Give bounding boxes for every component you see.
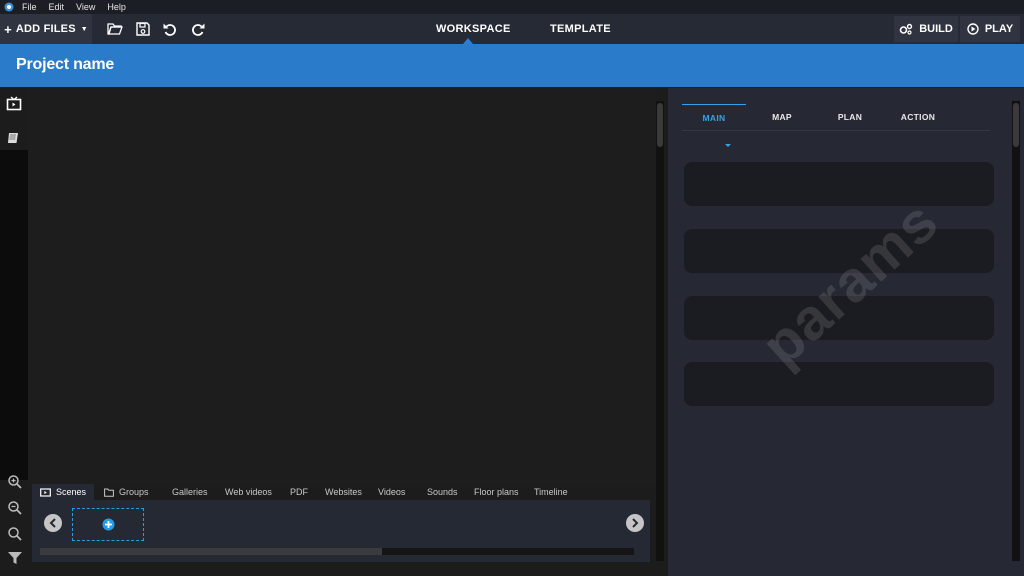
filter-icon[interactable] [7, 551, 23, 565]
plus-circle-icon [102, 518, 114, 531]
tab-websites[interactable]: Websites [325, 484, 362, 500]
scroll-left-button[interactable] [44, 514, 62, 532]
params-scroll-thumb[interactable] [1013, 103, 1019, 147]
add-scene-button[interactable] [72, 508, 144, 541]
play-label: PLAY [984, 23, 1014, 35]
tab-map[interactable]: MAP [750, 104, 814, 130]
chevron-down-icon: ▼ [80, 25, 88, 33]
tab-template[interactable]: TEMPLATE [550, 14, 611, 44]
play-button[interactable]: PLAY [960, 16, 1020, 42]
project-title[interactable]: Project name [16, 56, 114, 74]
scene-tv-icon [40, 488, 51, 497]
tab-pdf[interactable]: PDF [290, 484, 308, 500]
scene-tv-icon[interactable] [6, 96, 22, 112]
tab-main[interactable]: MAIN [682, 104, 746, 130]
play-circle-icon [967, 23, 979, 35]
tab-videos[interactable]: Videos [378, 484, 405, 500]
scroll-right-button[interactable] [626, 514, 644, 532]
params-vertical-scrollbar[interactable] [1012, 101, 1020, 561]
book-icon[interactable] [6, 130, 22, 146]
toolbar: + ADD FILES ▼ WORKSPACE TEMPLATE BUILD P… [0, 14, 1024, 44]
chevron-right-icon [632, 518, 639, 528]
add-files-button[interactable]: + ADD FILES ▼ [0, 14, 92, 44]
tab-timeline[interactable]: Timeline [534, 484, 568, 500]
tab-scenes-label: Scenes [56, 487, 87, 497]
search-icon[interactable] [7, 526, 23, 542]
canvas-vertical-scrollbar[interactable] [656, 101, 664, 561]
build-button[interactable]: BUILD [894, 16, 958, 42]
tab-groups-label: Groups [119, 487, 149, 497]
bottom-tab-bar: Scenes Groups Galleries Web videos PDF W… [32, 484, 652, 500]
project-header: Project name [0, 44, 1024, 87]
tab-galleries[interactable]: Galleries [172, 484, 208, 500]
param-field[interactable] [684, 362, 994, 406]
menu-file[interactable]: File [22, 2, 37, 12]
tab-plan[interactable]: PLAN [818, 104, 882, 130]
menu-view[interactable]: View [76, 2, 95, 12]
redo-icon[interactable] [190, 21, 206, 37]
plus-icon: + [4, 21, 12, 37]
scenes-scroll-thumb[interactable] [40, 548, 382, 555]
chevron-left-icon [49, 518, 56, 528]
gears-icon [899, 23, 913, 35]
open-folder-icon[interactable] [107, 21, 123, 37]
tab-sounds[interactable]: Sounds [427, 484, 458, 500]
app-logo-icon [4, 2, 14, 12]
workspace-canvas[interactable] [28, 88, 656, 486]
folder-icon [104, 488, 114, 497]
build-label: BUILD [919, 23, 953, 35]
save-icon[interactable] [135, 21, 151, 37]
tab-web-videos[interactable]: Web videos [225, 484, 272, 500]
tab-floor-plans[interactable]: Floor plans [474, 484, 519, 500]
tab-action[interactable]: ACTION [886, 104, 950, 130]
zoom-out-icon[interactable] [7, 500, 23, 516]
tab-scenes[interactable]: Scenes [32, 484, 95, 500]
zoom-in-icon[interactable] [7, 474, 23, 490]
left-rail-strip [0, 150, 28, 480]
tab-workspace[interactable]: WORKSPACE [436, 14, 511, 44]
menu-edit[interactable]: Edit [49, 2, 65, 12]
undo-icon[interactable] [162, 21, 178, 37]
active-tab-indicator [725, 144, 731, 147]
tab-groups[interactable]: Groups [104, 484, 149, 500]
menu-bar: File Edit View Help [0, 0, 1024, 14]
scenes-panel [32, 500, 650, 562]
canvas-scroll-thumb[interactable] [657, 103, 663, 147]
add-files-label: ADD FILES [15, 23, 76, 35]
menu-help[interactable]: Help [107, 2, 126, 12]
scenes-horizontal-scrollbar[interactable] [40, 548, 634, 555]
params-tab-bar: MAIN MAP PLAN ACTION [682, 104, 990, 147]
